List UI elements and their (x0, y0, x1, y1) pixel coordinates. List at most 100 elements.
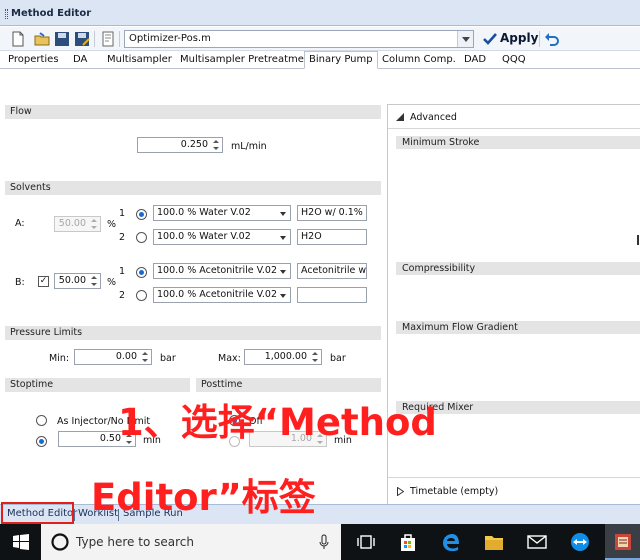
stoptime-value-radio[interactable] (36, 436, 47, 447)
solvent-a2-select[interactable]: 100.0 % Water V.02 (153, 229, 291, 245)
spinner-icon[interactable] (90, 274, 98, 288)
task-view-icon[interactable] (357, 534, 375, 550)
solvent-b-label: B: (15, 277, 25, 288)
spinner-icon[interactable] (311, 350, 319, 364)
file-explorer-icon[interactable] (484, 533, 504, 551)
grip-icon (5, 9, 8, 19)
tab-binary-pump[interactable]: Binary Pump (304, 51, 378, 69)
tab-da[interactable]: DA (69, 52, 91, 68)
pressure-max-label: Max: (218, 353, 241, 364)
channel-number: 2 (119, 232, 126, 243)
solvent-a2-radio[interactable] (136, 232, 147, 243)
solvent-a-percent: 50.00 (54, 216, 101, 232)
store-icon[interactable] (399, 532, 417, 552)
pressure-header: Pressure Limits (5, 326, 381, 340)
apply-label: Apply (500, 31, 539, 45)
solvent-a-label: A: (15, 218, 25, 229)
spinner-icon[interactable] (212, 138, 220, 152)
tab-column-comp[interactable]: Column Comp. (378, 52, 460, 68)
advanced-header[interactable]: Advanced (388, 105, 640, 129)
apply-button[interactable]: Apply (480, 30, 539, 48)
pressure-max-input[interactable]: 1,000.00 (244, 349, 322, 365)
solvent-a2-name[interactable]: H2O (297, 229, 367, 245)
tab-qqq[interactable]: QQQ (498, 52, 530, 68)
print-icon[interactable] (100, 31, 116, 47)
taskbar-search[interactable]: Type here to search (41, 524, 341, 560)
solvent-b1-name[interactable]: Acetonitrile w/ (297, 263, 367, 279)
tab-divider (74, 509, 75, 521)
solvent-a1-radio[interactable] (136, 209, 147, 220)
scroll-marker (637, 235, 639, 245)
minimum-stroke-header: Minimum Stroke (396, 136, 640, 149)
flow-unit: mL/min (231, 141, 267, 152)
windows-start-icon[interactable] (13, 534, 29, 550)
solvent-a1-select[interactable]: 100.0 % Water V.02 (153, 205, 291, 221)
tab-dad[interactable]: DAD (460, 52, 490, 68)
tab-properties[interactable]: Properties (4, 52, 63, 68)
cortana-circle-icon (51, 533, 69, 551)
open-folder-icon[interactable] (34, 31, 50, 47)
edge-icon[interactable] (441, 532, 461, 552)
method-select-value: Optimizer-Pos.m (129, 33, 211, 44)
solvents-header: Solvents (5, 181, 381, 195)
stoptime-nolimit-radio[interactable] (36, 415, 47, 426)
toolbar: Optimizer-Pos.m Apply (0, 27, 640, 51)
spinner-icon (90, 217, 98, 231)
solvent-b2-select[interactable]: 100.0 % Acetonitrile V.02 (153, 287, 291, 303)
flow-input[interactable]: 0.250 (137, 137, 223, 153)
channel-number: 1 (119, 266, 126, 277)
flow-header: Flow (5, 105, 381, 119)
new-file-icon[interactable] (10, 31, 26, 47)
pressure-min-input[interactable]: 0.00 (74, 349, 152, 365)
solvent-a-percent-value: 50.00 (58, 218, 86, 229)
tab-multisampler-pretreatment[interactable]: Multisampler Pretreatment (176, 52, 318, 68)
channel-number: 2 (119, 290, 126, 301)
window-title-bar: Method Editor (0, 0, 640, 26)
pressure-max-value: 1,000.00 (264, 351, 307, 362)
timetable-label: Timetable (empty) (410, 486, 499, 497)
windows-taskbar: Type here to search (0, 524, 640, 560)
solvent-a1-name[interactable]: H2O w/ 0.1% (297, 205, 367, 221)
solvent-b1-select[interactable]: 100.0 % Acetonitrile V.02 (153, 263, 291, 279)
solvent-b1-radio[interactable] (136, 267, 147, 278)
window-title: Method Editor (11, 8, 92, 19)
microphone-icon[interactable] (319, 534, 329, 550)
stoptime-header: Stoptime (5, 378, 190, 392)
channel-number: 1 (119, 208, 126, 219)
flow-value: 0.250 (180, 139, 208, 150)
solvent-b-percent-value: 50.00 (58, 275, 86, 286)
spinner-icon[interactable] (141, 350, 149, 364)
method-select[interactable]: Optimizer-Pos.m (124, 30, 474, 48)
solvent-b-checkbox[interactable]: ✓ (38, 276, 49, 287)
solvent-b2-radio[interactable] (136, 290, 147, 301)
timetable-row[interactable]: Timetable (empty) (388, 477, 640, 505)
mail-icon[interactable] (527, 535, 547, 549)
expand-triangle-icon[interactable] (397, 487, 404, 496)
percent-unit: % (107, 219, 117, 230)
posttime-header: Posttime (196, 378, 381, 392)
toolbar-separator (539, 31, 540, 47)
percent-unit: % (107, 277, 117, 288)
save-icon[interactable] (54, 31, 70, 47)
pressure-min-unit: bar (160, 353, 176, 364)
chevron-down-icon[interactable] (457, 31, 473, 47)
app-icon (615, 534, 631, 550)
active-app-slot[interactable] (605, 524, 640, 560)
annotation-line-2: Editor”标签 (91, 476, 316, 519)
solvent-b-percent[interactable]: 50.00 (54, 273, 101, 289)
save-as-icon[interactable] (74, 31, 90, 47)
teamviewer-icon[interactable] (570, 532, 590, 552)
taskbar-search-placeholder: Type here to search (76, 535, 194, 549)
toolbar-separator (94, 31, 95, 47)
solvent-b2-name[interactable] (297, 287, 367, 303)
collapse-triangle-icon[interactable] (396, 113, 404, 121)
compressibility-header: Compressibility (396, 262, 640, 275)
advanced-title: Advanced (410, 112, 457, 123)
pressure-max-unit: bar (330, 353, 346, 364)
check-icon (483, 33, 497, 45)
pressure-min-value: 0.00 (115, 351, 137, 362)
undo-icon[interactable] (544, 31, 560, 47)
tab-multisampler[interactable]: Multisampler (103, 52, 176, 68)
annotation-line-1: 1、选择“Method (118, 401, 437, 444)
max-flow-gradient-header: Maximum Flow Gradient (396, 321, 640, 334)
